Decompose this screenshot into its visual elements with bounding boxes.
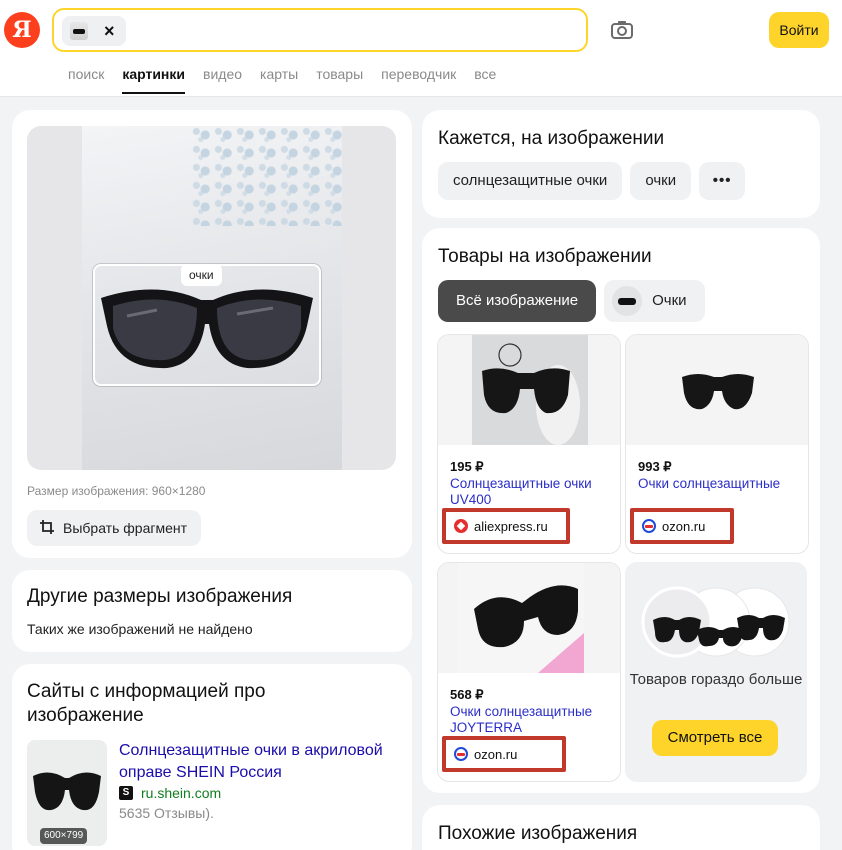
shop-link[interactable]: aliexpress.ru xyxy=(442,508,570,544)
sites-card: Сайты с информацией про изображение 600×… xyxy=(12,664,412,850)
crop-icon xyxy=(39,519,55,538)
other-sizes-card: Другие размеры изображения Таких же изоб… xyxy=(12,570,412,652)
image-query-chip[interactable]: × xyxy=(62,16,126,46)
products-title: Товары на изображении xyxy=(438,246,652,267)
tab-images[interactable]: картинки xyxy=(122,66,185,96)
pill-glasses[interactable]: очки xyxy=(630,162,692,200)
shop-link[interactable]: ozon.ru xyxy=(630,508,734,544)
more-products-text: Товаров гораздо больше xyxy=(629,671,803,688)
search-input[interactable] xyxy=(134,14,574,46)
site-reviews: 5635 Отзывы). xyxy=(119,805,214,821)
site-domain[interactable]: S ru.shein.com xyxy=(119,785,221,801)
shop-link[interactable]: ozon.ru xyxy=(442,736,566,772)
shop-name: ozon.ru xyxy=(662,518,706,534)
seems-title: Кажется, на изображении xyxy=(438,128,665,149)
tab-maps[interactable]: карты xyxy=(260,66,298,96)
ozon-icon xyxy=(454,747,468,761)
tab-products[interactable]: товары xyxy=(316,66,363,96)
thumbnail-size-badge: 600×799 xyxy=(40,828,88,844)
product-card[interactable]: 568 ₽ Очки солнцезащитные JOYTERRA ozon.… xyxy=(437,562,621,782)
more-products-card[interactable]: Товаров гораздо больше Смотреть все xyxy=(625,562,807,782)
see-all-button[interactable]: Смотреть все xyxy=(652,720,778,756)
search-bar[interactable]: × xyxy=(52,8,588,52)
more-dots-icon[interactable]: ••• xyxy=(699,162,746,200)
shop-name: aliexpress.ru xyxy=(474,518,548,534)
header: Я × Войти поиск картинки видео карты тов… xyxy=(0,0,842,97)
yandex-logo[interactable]: Я xyxy=(4,12,40,48)
search-tabs: поиск картинки видео карты товары перево… xyxy=(68,66,514,96)
camera-icon[interactable] xyxy=(608,16,636,44)
product-price: 195 ₽ xyxy=(450,459,484,474)
image-preview-card: очки Размер изображения: 960×1280 Выбрат… xyxy=(12,110,412,558)
ozon-icon xyxy=(642,519,656,533)
product-name[interactable]: Очки солнцезащитные xyxy=(638,476,803,492)
sites-title: Сайты с информацией про изображение xyxy=(27,681,266,726)
product-price: 993 ₽ xyxy=(638,459,672,474)
detected-object-label[interactable]: очки xyxy=(181,264,222,286)
similar-images-title: Похожие изображения xyxy=(438,823,638,844)
tab-video[interactable]: видео xyxy=(203,66,242,96)
select-fragment-button[interactable]: Выбрать фрагмент xyxy=(27,510,202,546)
more-products-thumbnails xyxy=(639,582,793,662)
tab-search[interactable]: поиск xyxy=(68,66,104,96)
query-image-thumbnail xyxy=(70,22,88,40)
pill-sunglasses[interactable]: солнцезащитные очки xyxy=(438,162,623,200)
login-button[interactable]: Войти xyxy=(769,12,829,48)
query-image[interactable]: очки xyxy=(27,126,396,470)
tab-glasses-label: Очки xyxy=(652,292,687,309)
aliexpress-icon xyxy=(454,519,468,533)
site-domain-text: ru.shein.com xyxy=(141,785,222,801)
product-image xyxy=(438,563,620,673)
shein-icon: S xyxy=(119,786,133,800)
glasses-thumbnail xyxy=(612,286,643,316)
product-image xyxy=(626,335,808,445)
suggestion-pills: солнцезащитные очки очки ••• xyxy=(438,162,746,200)
product-card[interactable]: 195 ₽ Солнцезащитные очки UV400 aliexpre… xyxy=(437,334,621,554)
product-name[interactable]: Солнцезащитные очки UV400 xyxy=(450,476,615,508)
seems-card: Кажется, на изображении солнцезащитные о… xyxy=(422,110,820,218)
product-image xyxy=(438,335,620,445)
tab-translator[interactable]: переводчик xyxy=(381,66,456,96)
product-tabs: Всё изображение Очки xyxy=(438,280,705,322)
tab-whole-image[interactable]: Всё изображение xyxy=(438,280,597,322)
product-price: 568 ₽ xyxy=(450,687,484,702)
product-name[interactable]: Очки солнцезащитные JOYTERRA xyxy=(450,704,615,736)
site-result-link[interactable]: Солнцезащитные очки в акриловой оправе S… xyxy=(119,740,399,784)
product-card[interactable]: 993 ₽ Очки солнцезащитные ozon.ru xyxy=(625,334,809,554)
image-size-text: Размер изображения: 960×1280 xyxy=(27,484,206,498)
shop-name: ozon.ru xyxy=(474,746,518,762)
similar-images-card: Похожие изображения xyxy=(422,805,820,850)
products-card: Товары на изображении Всё изображение Оч… xyxy=(422,228,820,793)
select-fragment-label: Выбрать фрагмент xyxy=(63,520,188,536)
other-sizes-subtitle: Таких же изображений не найдено xyxy=(27,621,253,637)
other-sizes-title: Другие размеры изображения xyxy=(27,586,293,607)
tab-glasses[interactable]: Очки xyxy=(604,280,705,322)
tab-all[interactable]: все xyxy=(474,66,496,96)
close-icon[interactable]: × xyxy=(104,19,115,43)
